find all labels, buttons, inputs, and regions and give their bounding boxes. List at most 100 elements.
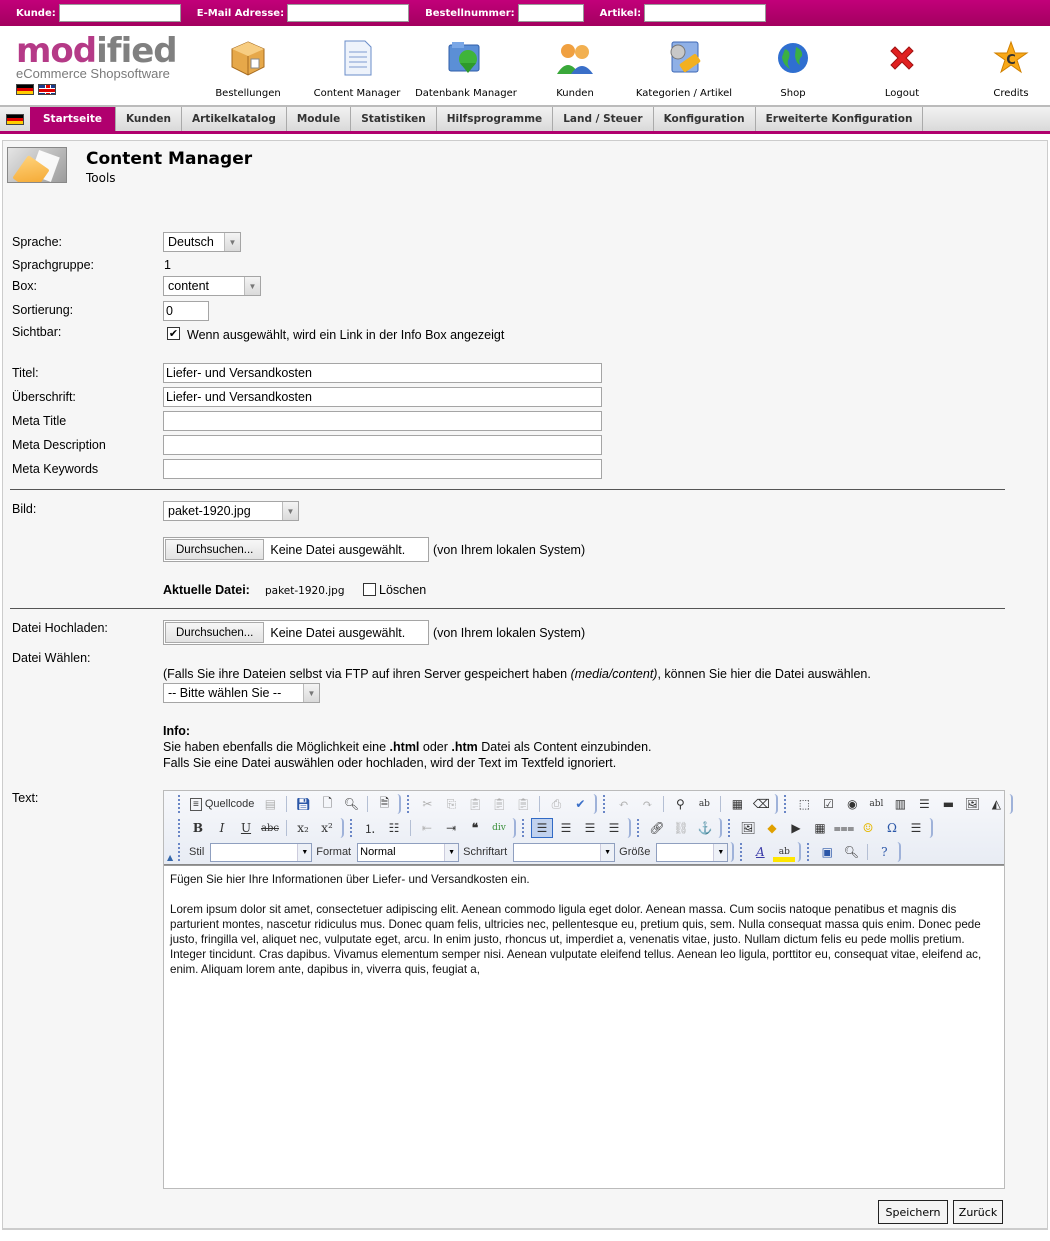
tab-module[interactable]: Module [287,107,352,131]
select-field-icon[interactable]: ☰ [913,794,935,814]
tab-hilfsprogramme[interactable]: Hilfsprogramme [437,107,554,131]
schriftart-combo[interactable]: ▼ [513,842,616,862]
toolbar-grip[interactable] [178,843,181,861]
tab-erweiterte-konfiguration[interactable]: Erweiterte Konfiguration [756,107,924,131]
subscript-icon[interactable]: x₂ [292,818,314,838]
toolbar-grip[interactable] [728,819,731,837]
toolbar-grip[interactable] [637,819,640,837]
italic-icon[interactable]: I [211,818,233,838]
strikethrough-icon[interactable]: abc [259,818,281,838]
checkbox-icon[interactable]: ☑ [817,794,839,814]
tab-startseite[interactable]: Startseite [30,107,116,131]
toolbar-grip[interactable] [784,795,787,813]
toolbar-grip[interactable] [350,819,353,837]
loeschen-checkbox[interactable] [363,583,376,596]
blockquote-icon[interactable]: ❝ [464,818,486,838]
toolbar-grip[interactable] [522,819,525,837]
flag-de-icon[interactable] [16,84,34,95]
indent-icon[interactable]: ⇥ [440,818,462,838]
toolbar-grip[interactable] [178,795,181,813]
tab-statistiken[interactable]: Statistiken [351,107,437,131]
bg-color-icon[interactable]: ab [773,842,796,862]
image-icon[interactable]: 🖼︎ [737,818,759,838]
bild-select[interactable]: paket-1920.jpg ▼ [163,501,299,521]
sprache-select[interactable]: Deutsch ▼ [163,232,241,252]
text-color-icon[interactable]: A [749,842,771,862]
titel-input[interactable]: Liefer- und Versandkosten [163,363,602,383]
copy-icon[interactable]: ⎘ [440,794,462,814]
nav-content-manager[interactable]: Content Manager [302,38,412,99]
save-icon[interactable]: 💾︎ [292,794,314,814]
horizontal-rule-icon[interactable]: ⩶ [833,818,855,838]
datei-hochladen-file-input[interactable]: Durchsuchen... Keine Datei ausgewählt. [163,620,429,645]
flash-icon[interactable]: ◆ [761,818,783,838]
editor-content[interactable]: Fügen Sie hier Ihre Informationen über L… [164,865,1004,1188]
toolbar-grip[interactable] [740,843,743,861]
special-char-icon[interactable]: Ω [881,818,903,838]
paste-word-icon[interactable]: 📋︎ [512,794,534,814]
maximize-icon[interactable]: ▣ [816,842,838,862]
template-doc-icon[interactable]: 🗎 [373,794,395,814]
back-button[interactable]: Zurück [953,1200,1003,1224]
sichtbar-checkbox[interactable]: ✔ [167,327,180,340]
link-icon[interactable]: 🔗︎ [646,818,668,838]
table-icon[interactable]: ▦ [809,818,831,838]
nav-credits[interactable]: C Credits [956,38,1050,99]
radio-icon[interactable]: ◉ [841,794,863,814]
bestellnummer-search-input[interactable] [517,4,584,22]
new-page-icon[interactable]: 🗋 [316,794,338,814]
flag-en-icon[interactable] [38,84,56,95]
remove-format-icon[interactable]: ⌫ [750,794,772,814]
unordered-list-icon[interactable]: ☷ [383,818,405,838]
box-select[interactable]: content ▼ [163,276,261,296]
nav-kunden[interactable]: Kunden [520,38,630,99]
form-icon[interactable]: ⬚ [793,794,815,814]
media-icon[interactable]: ▶ [785,818,807,838]
spellcheck-icon[interactable]: ✔ [569,794,591,814]
redo-icon[interactable]: ↷ [636,794,658,814]
smiley-icon[interactable]: ☺ [857,818,879,838]
nav-bestellungen[interactable]: Bestellungen [193,38,303,99]
tab-konfiguration[interactable]: Konfiguration [654,107,756,131]
menu-language-flag[interactable] [0,107,30,131]
anchor-icon[interactable]: ⚓ [694,818,716,838]
artikel-search-input[interactable] [644,4,767,22]
textarea-icon[interactable]: ▥ [889,794,911,814]
bild-browse-button[interactable]: Durchsuchen... [165,539,265,560]
button-field-icon[interactable]: ▬ [937,794,959,814]
datei-waehlen-select[interactable]: -- Bitte wählen Sie -- ▼ [163,683,320,703]
paste-icon[interactable]: 📋︎ [464,794,486,814]
align-center-icon[interactable]: ☰ [555,818,577,838]
nav-datenbank-manager[interactable]: Datenbank Manager [411,38,521,99]
templates-icon[interactable]: ▤ [259,794,281,814]
groesse-combo[interactable]: ▼ [656,842,729,862]
page-break-icon[interactable]: ☰ [905,818,927,838]
print-icon[interactable]: ⎙ [545,794,567,814]
undo-icon[interactable]: ↶ [612,794,634,814]
bild-file-input[interactable]: Durchsuchen... Keine Datei ausgewählt. [163,537,429,562]
datei-browse-button[interactable]: Durchsuchen... [165,622,265,643]
tab-land-steuer[interactable]: Land / Steuer [553,107,654,131]
source-button[interactable]: ≡ Quellcode [187,794,257,814]
textfield-icon[interactable]: abl [865,794,887,814]
align-left-icon[interactable]: ☰ [531,818,553,838]
meta-description-input[interactable] [163,435,602,455]
underline-icon[interactable]: U [235,818,257,838]
hidden-field-icon[interactable]: ◭ [985,794,1007,814]
sortierung-input[interactable]: 0 [163,301,209,321]
kunde-search-input[interactable] [58,4,181,22]
stil-combo[interactable]: ▼ [210,842,313,862]
select-all-icon[interactable]: ▦ [726,794,748,814]
email-search-input[interactable] [287,4,410,22]
tab-artikelkatalog[interactable]: Artikelkatalog [182,107,287,131]
cut-icon[interactable]: ✂ [416,794,438,814]
preview-icon[interactable]: 🔍︎ [340,794,362,814]
align-justify-icon[interactable]: ☰ [603,818,625,838]
align-right-icon[interactable]: ☰ [579,818,601,838]
toolbar-grip[interactable] [407,795,410,813]
ueberschrift-input[interactable]: Liefer- und Versandkosten [163,387,602,407]
outdent-icon[interactable]: ⇤ [416,818,438,838]
nav-kategorien-artikel[interactable]: Kategorien / Artikel [629,38,739,99]
find-icon[interactable]: ⚲ [669,794,691,814]
unlink-icon[interactable]: ⛓ [670,818,692,838]
